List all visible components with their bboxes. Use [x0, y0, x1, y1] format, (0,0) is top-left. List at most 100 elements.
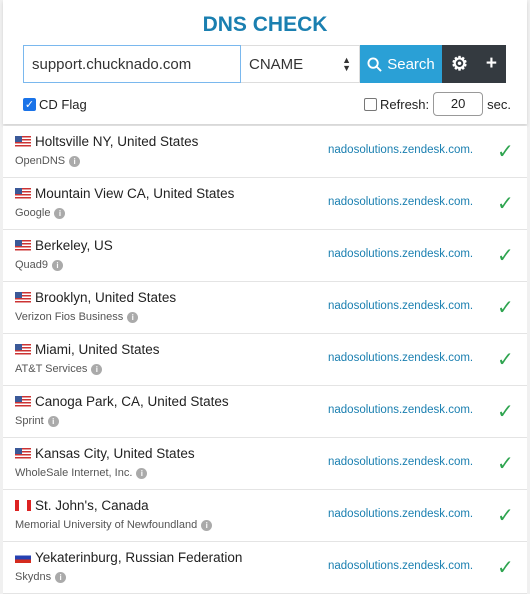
flag-us-icon — [15, 448, 31, 459]
location-name: Holtsville NY, United States — [35, 134, 199, 149]
result-value: nadosolutions.zendesk.com. — [328, 456, 474, 468]
provider-name: Quad9 — [15, 259, 49, 271]
select-arrows-icon: ▲ ▼ — [342, 55, 351, 73]
refresh-label: Refresh: — [380, 96, 430, 112]
result-value: nadosolutions.zendesk.com. — [328, 508, 474, 520]
tool-buttons: ⚙ + — [442, 45, 506, 83]
result-row: Canoga Park, CA, United States Sprint i n… — [3, 386, 527, 438]
location-name: Miami, United States — [35, 342, 160, 357]
provider: Skydns i — [15, 571, 67, 583]
result-row: Miami, United States AT&T Services i nado… — [3, 334, 527, 386]
result-row: Berkeley, US Quad9 i nadosolutions.zendes… — [3, 230, 527, 282]
location-name: Brooklyn, United States — [35, 290, 177, 305]
result-row: Yekaterinburg, Russian Federation Skydns… — [3, 542, 527, 594]
domain-input[interactable] — [23, 45, 241, 83]
provider-name: WholeSale Internet, Inc. — [15, 467, 133, 479]
provider: Verizon Fios Business i — [15, 311, 139, 323]
result-value: nadosolutions.zendesk.com. — [328, 352, 474, 364]
provider-name: Verizon Fios Business — [15, 311, 124, 323]
provider: WholeSale Internet, Inc. i — [15, 467, 148, 479]
check-icon: ✓ — [497, 401, 514, 423]
provider: Google i — [15, 207, 66, 219]
check-icon: ✓ — [497, 245, 514, 267]
info-icon[interactable]: i — [52, 259, 64, 271]
provider-name: Sprint — [15, 415, 44, 427]
result-row: Brooklyn, United States Verizon Fios Bus… — [3, 282, 527, 334]
info-icon[interactable]: i — [201, 519, 213, 531]
flag-ca-icon — [15, 500, 31, 511]
result-value: nadosolutions.zendesk.com. — [328, 300, 474, 312]
cd-flag-label: CD Flag — [39, 96, 87, 112]
provider-name: Google — [15, 207, 51, 219]
info-icon[interactable]: i — [69, 155, 81, 167]
result-value: nadosolutions.zendesk.com. — [328, 560, 474, 572]
result-row: Holtsville NY, United States OpenDNS i na… — [3, 126, 527, 178]
info-icon[interactable]: i — [47, 415, 59, 427]
add-plus-icon[interactable]: + — [486, 53, 497, 75]
check-icon: ✓ — [497, 349, 514, 371]
location-name: St. John's, Canada — [35, 498, 149, 513]
record-type-value: CNAME — [249, 55, 304, 73]
result-value: nadosolutions.zendesk.com. — [328, 196, 474, 208]
refresh-unit: sec. — [487, 96, 511, 112]
provider: AT&T Services i — [15, 363, 103, 375]
location: Kansas City, United States — [15, 446, 195, 461]
flag-us-icon — [15, 136, 31, 147]
provider-name: AT&T Services — [15, 363, 88, 375]
result-row: Mountain View CA, United States Google i … — [3, 178, 527, 230]
flag-us-icon — [15, 240, 31, 251]
flag-us-icon — [15, 292, 31, 303]
location-name: Canoga Park, CA, United States — [35, 394, 229, 409]
check-icon: ✓ — [497, 193, 514, 215]
location: Brooklyn, United States — [15, 290, 176, 305]
flag-ru-icon — [15, 552, 31, 563]
info-icon[interactable]: i — [127, 311, 139, 323]
result-value: nadosolutions.zendesk.com. — [328, 248, 474, 260]
info-icon[interactable]: i — [55, 571, 67, 583]
provider-name: Skydns — [15, 571, 52, 583]
refresh-interval-input[interactable]: 20 — [433, 92, 484, 116]
results-list: Holtsville NY, United States OpenDNS i na… — [3, 126, 527, 594]
flag-us-icon — [15, 344, 31, 355]
info-icon[interactable]: i — [136, 467, 148, 479]
search-icon — [367, 56, 382, 72]
location-name: Yekaterinburg, Russian Federation — [35, 550, 243, 565]
result-value: nadosolutions.zendesk.com. — [328, 144, 474, 156]
check-icon: ✓ — [497, 141, 514, 163]
info-icon[interactable]: i — [91, 363, 103, 375]
location-name: Kansas City, United States — [35, 446, 195, 461]
check-icon: ✓ — [497, 557, 514, 579]
record-type-select[interactable]: CNAME ▲ ▼ — [241, 45, 360, 83]
location: Berkeley, US — [15, 238, 113, 253]
search-bar: CNAME ▲▼ Search ⚙ + — [23, 45, 506, 83]
header: DNS CHECK CNAME ▲▼ Search ⚙ + ✓ CD Flag … — [3, 0, 527, 124]
check-icon: ✓ — [497, 297, 514, 319]
location: Miami, United States — [15, 342, 160, 357]
location: Yekaterinburg, Russian Federation — [15, 550, 242, 565]
check-icon: ✓ — [497, 505, 514, 527]
location: Canoga Park, CA, United States — [15, 394, 229, 409]
cd-flag-checkbox[interactable]: ✓ — [23, 97, 36, 111]
provider: Sprint i — [15, 415, 59, 427]
options-row: ✓ CD Flag Refresh: 20 sec. — [23, 92, 511, 116]
settings-gear-icon[interactable]: ⚙ — [451, 53, 468, 76]
search-button[interactable]: Search — [360, 45, 442, 83]
location-name: Berkeley, US — [35, 238, 113, 253]
location: Mountain View CA, United States — [15, 186, 234, 201]
page-title: DNS CHECK — [202, 13, 328, 36]
search-label: Search — [387, 55, 435, 73]
check-icon: ✓ — [497, 453, 514, 475]
refresh-checkbox[interactable] — [364, 97, 378, 111]
provider: OpenDNS i — [15, 155, 81, 167]
location-name: Mountain View CA, United States — [35, 186, 235, 201]
result-row: Kansas City, United States WholeSale Int… — [3, 438, 527, 490]
provider: Memorial University of Newfoundland i — [15, 519, 213, 531]
location: Holtsville NY, United States — [15, 134, 198, 149]
location: St. John's, Canada — [15, 498, 149, 513]
result-row: St. John's, Canada Memorial University o… — [3, 490, 527, 542]
flag-us-icon — [15, 188, 31, 199]
flag-us-icon — [15, 396, 31, 407]
info-icon[interactable]: i — [54, 207, 66, 219]
provider-name: OpenDNS — [15, 155, 66, 167]
result-value: nadosolutions.zendesk.com. — [328, 404, 474, 416]
